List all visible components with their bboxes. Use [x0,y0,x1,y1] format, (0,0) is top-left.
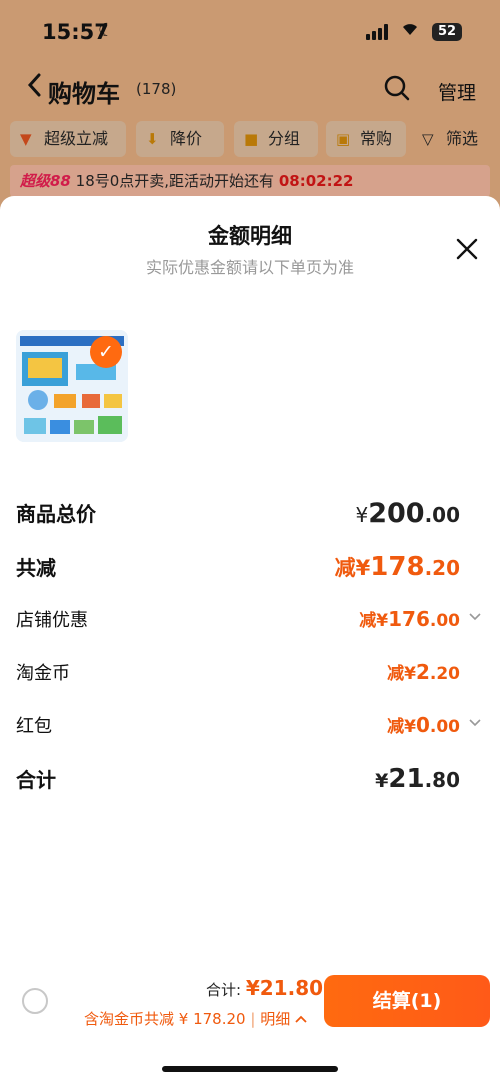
divider: | [250,1010,256,1028]
moon-icon: ☾ [98,20,115,41]
row-dec: .20 [424,556,460,580]
chevron-up-icon [295,1010,307,1028]
cart-icon: ▣ [336,130,351,148]
row-prefix: ¥ [375,770,389,792]
row-value: 减¥178.20 [335,552,460,582]
filter-chips: ▼ 超级立减 ⬇ 降价 ■ 分组 ▣ 常购 ▽ 筛选 [10,121,490,157]
row-total-reduced: 共减 减¥178.20 [16,552,482,582]
row-taojinbi: 淘金币 减¥2.20 [16,659,482,687]
row-dec: .00 [429,611,460,631]
row-shop-discount[interactable]: 店铺优惠 减¥176.00 [16,606,482,634]
amount-detail-sheet: 金额明细 实际优惠金额请以下单页为准 ✓ 商品总价 ¥200.00 共减 减¥1… [0,196,500,1082]
row-prefix: 减¥ [387,664,416,684]
filter-chip-filter[interactable]: ▽ 筛选 [412,121,490,157]
status-bar: 15:57 ☾ 52 [0,0,500,64]
row-value: 减¥2.20 [387,659,460,684]
manage-button[interactable]: 管理 [438,78,476,105]
row-int: 2 [415,660,430,684]
row-label: 红包 [16,716,52,737]
promo-text: 18号0点开卖,距活动开始还有 [75,172,275,190]
row-int: 21 [388,764,425,794]
signal-icon [366,24,392,40]
chevron-down-icon[interactable] [468,714,482,728]
bottom-subtext[interactable]: 含淘金币共减 ¥ 178.20 | 明细 [84,1008,307,1029]
promo-brand: 超级88 [20,172,71,190]
promo-banner[interactable]: 超级88 18号0点开卖,距活动开始还有 08:02:22 [10,165,490,197]
total-value: ¥21.80 [245,976,324,1000]
row-dec: .80 [424,768,460,792]
detail-label: 明细 [260,1010,291,1028]
chevron-left-icon[interactable] [26,72,42,105]
page-title: 购物车 [48,80,120,108]
row-value: ¥21.80 [375,764,460,794]
row-label: 合计 [16,768,56,792]
bottom-total: 合计: ¥21.80 [206,976,323,1000]
filter-chip-price-drop[interactable]: ⬇ 降价 [136,121,224,157]
total-label: 合计: [206,981,242,999]
promo-countdown: 08:02:22 [278,172,354,190]
filter-chip-group[interactable]: ■ 分组 [234,121,318,157]
row-int: 176 [388,607,430,631]
row-prefix: 减¥ [359,611,389,631]
select-all-radio[interactable] [22,988,48,1014]
down-arrow-icon: ▼ [20,130,32,148]
filter-chip-super-discount[interactable]: ▼ 超级立减 [10,121,126,157]
nav-bar: 购物车 (178) 管理 [0,66,500,116]
row-int: 178 [370,552,425,582]
checkmark-icon[interactable]: ✓ [90,336,122,368]
row-prefix: ¥ [355,503,369,527]
filter-chip-frequent[interactable]: ▣ 常购 [326,121,406,157]
filter-chip-label: 分组 [268,129,301,148]
row-value: 减¥176.00 [359,606,460,631]
row-dec: .00 [429,717,460,737]
down-arrow-icon: ⬇ [146,130,159,148]
row-value: ¥200.00 [355,498,460,529]
home-indicator [162,1066,338,1072]
row-grand-total: 合计 ¥21.80 [16,764,482,794]
filter-chip-label: 超级立减 [44,129,109,148]
subtext-label: 含淘金币共减 ¥ 178.20 [84,1010,246,1028]
wifi-icon [400,20,420,41]
filter-icon: ▽ [422,130,434,148]
filter-chip-label: 筛选 [446,129,479,148]
row-total-price: 商品总价 ¥200.00 [16,498,482,529]
row-dec: .00 [424,503,460,527]
cart-count: (178) [136,80,177,98]
row-label: 共减 [16,556,56,580]
row-label: 商品总价 [16,502,96,526]
row-int: 200 [368,498,425,529]
row-label: 淘金币 [16,663,70,684]
checkout-button[interactable]: 结算(1) [324,975,490,1027]
filter-chip-label: 常购 [360,129,393,148]
row-red-packet[interactable]: 红包 减¥0.00 [16,712,482,740]
folder-icon: ■ [244,130,259,148]
chevron-down-icon[interactable] [468,608,482,622]
sheet-title: 金额明细 [208,224,292,248]
sheet-subtitle: 实际优惠金额请以下单页为准 [145,258,354,277]
row-prefix: 减¥ [334,556,371,580]
row-label: 店铺优惠 [16,610,88,631]
filter-chip-label: 降价 [170,129,203,148]
row-value: 减¥0.00 [387,712,460,737]
row-dec: .20 [429,664,460,684]
row-int: 0 [415,713,430,737]
close-icon[interactable] [454,236,480,262]
row-prefix: 减¥ [387,717,416,737]
battery-icon: 52 [432,23,462,41]
search-icon[interactable] [384,75,410,101]
